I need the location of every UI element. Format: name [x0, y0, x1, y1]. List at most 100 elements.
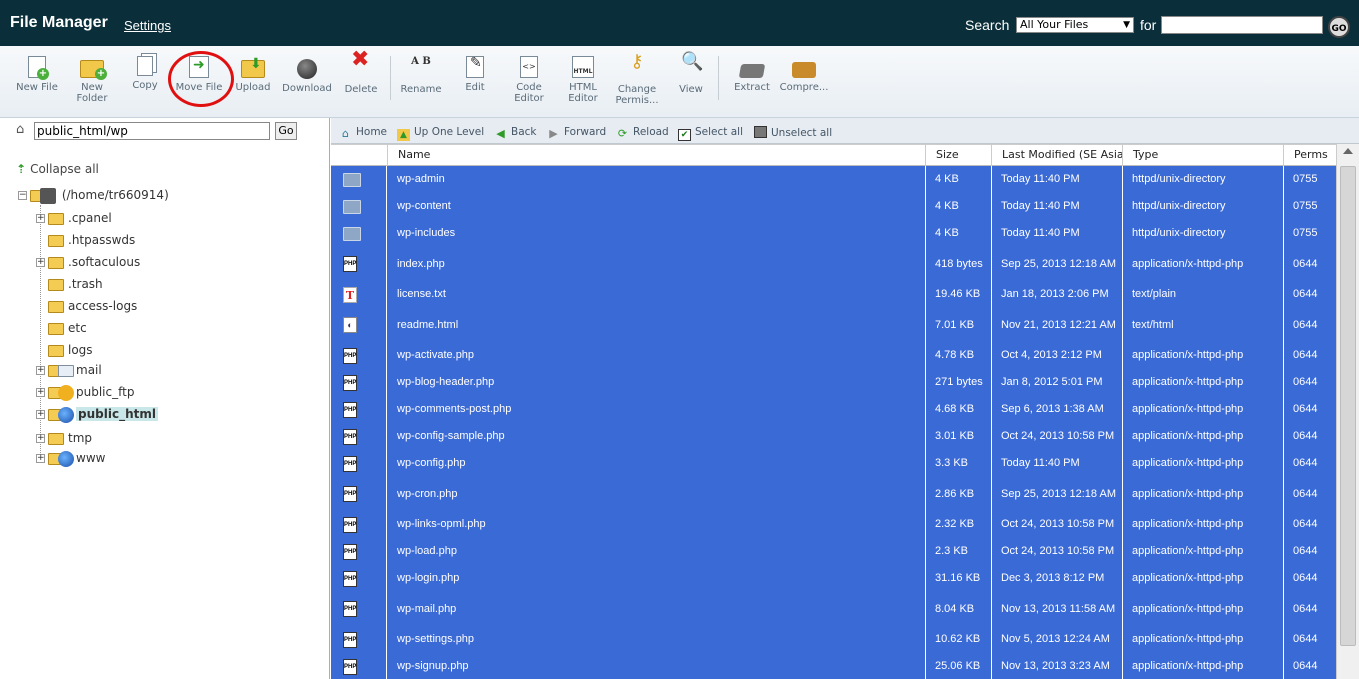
table-row[interactable]: PHP wp-login.php 31.16 KB Dec 3, 2013 8:12 … [331, 565, 1336, 592]
edit-button[interactable]: Edit [448, 56, 502, 93]
tree-root[interactable]: − (/home/tr660914) [18, 186, 169, 204]
file-modified: Sep 6, 2013 1:38 AM [1001, 403, 1104, 415]
file-modified: Oct 24, 2013 10:58 PM [1001, 545, 1115, 557]
path-input[interactable]: public_html/wp [34, 122, 270, 140]
table-row[interactable]: wp-includes 4 KB Today 11:40 PM httpd/unix-… [331, 220, 1336, 247]
expand-toggle-icon[interactable]: + [36, 388, 45, 397]
upload-icon [241, 59, 265, 78]
tree-item-access-logs[interactable]: access-logs [36, 297, 137, 315]
view-button[interactable]: View [664, 56, 718, 95]
expand-toggle-icon[interactable]: + [36, 454, 45, 463]
tree-item-logs[interactable]: logs [36, 341, 93, 359]
expand-toggle-icon[interactable]: + [36, 366, 45, 375]
forward-button[interactable]: ▶ Forward [547, 126, 606, 140]
table-row[interactable]: wp-content 4 KB Today 11:40 PM httpd/unix-d… [331, 193, 1336, 220]
tree-item-public-ftp[interactable]: + public_ftp [36, 383, 134, 401]
search-scope-select[interactable]: All Your Files ▼ [1016, 17, 1134, 33]
file-table-body: wp-admin 4 KB Today 11:40 PM httpd/unix-dir… [331, 166, 1336, 679]
compress-button[interactable]: Compre... [777, 56, 831, 93]
scrollbar[interactable] [1336, 144, 1359, 679]
column-header-modified[interactable]: Last Modified (SE Asia S [991, 145, 1122, 166]
download-button[interactable]: Download [280, 56, 334, 94]
new-file-button[interactable]: + New File [10, 56, 64, 93]
collapse-all-link[interactable]: ⇡ Collapse all [16, 162, 99, 176]
tree-item-mail[interactable]: + mail [36, 361, 102, 379]
file-icon-cell: PHP [331, 369, 386, 396]
tree-item-softaculous[interactable]: + .softaculous [36, 253, 140, 271]
file-type: application/x-httpd-php [1132, 457, 1244, 469]
table-row[interactable]: PHP wp-comments-post.php 4.68 KB Sep 6, 201… [331, 396, 1336, 423]
expand-toggle-icon[interactable]: + [36, 410, 45, 419]
tree-item-www[interactable]: + www [36, 449, 105, 467]
rename-button[interactable]: A B Rename [394, 56, 448, 95]
header-bar: File Manager Settings Search All Your Fi… [0, 0, 1359, 46]
tree-item-trash[interactable]: .trash [36, 275, 103, 293]
scroll-thumb[interactable] [1340, 166, 1356, 646]
table-row[interactable]: Tlicense.txt 19.46 KB Jan 18, 2013 2:06 PM… [331, 281, 1336, 308]
tree-item-etc[interactable]: etc [36, 319, 87, 337]
code-editor-button[interactable]: <> Code Editor [502, 56, 556, 104]
column-header-name[interactable]: Name [387, 145, 925, 166]
table-row[interactable]: PHP wp-config-sample.php 3.01 KB Oct 24, 20… [331, 423, 1336, 450]
file-type: application/x-httpd-php [1132, 602, 1244, 615]
table-row[interactable]: PHP wp-settings.php 10.62 KB Nov 5, 2013 12… [331, 626, 1336, 653]
tree-item-public-html[interactable]: + public_html [36, 405, 158, 423]
expand-toggle-icon[interactable]: + [36, 434, 45, 443]
file-icon-cell: PHP [331, 477, 386, 511]
tree-item-htpasswds[interactable]: .htpasswds [36, 231, 135, 249]
column-header-perms[interactable]: Perms [1283, 145, 1336, 166]
html-file-icon: ◐ [343, 317, 357, 333]
table-row[interactable]: PHP wp-config.php 3.3 KB Today 11:40 PM appl… [331, 450, 1336, 477]
file-icon-cell: PHP [331, 626, 386, 653]
table-row[interactable]: PHP wp-activate.php 4.78 KB Oct 4, 2013 2:1… [331, 342, 1336, 369]
upload-button[interactable]: Upload [226, 56, 280, 93]
tree-item-cpanel[interactable]: + .cpanel [36, 209, 112, 227]
php-file-icon: PHP [343, 601, 357, 617]
settings-link[interactable]: Settings [124, 18, 171, 33]
file-perms: 0644 [1293, 257, 1318, 270]
up-one-level-button[interactable]: ▲ Up One Level [397, 126, 484, 141]
collapse-toggle-icon[interactable]: − [18, 191, 27, 200]
scroll-up-icon[interactable] [1343, 148, 1353, 154]
delete-button[interactable]: Delete [334, 54, 388, 95]
table-row[interactable]: ◐ readme.html 7.01 KB Nov 21, 2013 12:21 AM… [331, 308, 1336, 342]
file-perms: 0644 [1293, 545, 1318, 557]
table-row[interactable]: PHP wp-mail.php 8.04 KB Nov 13, 2013 11:58 … [331, 592, 1336, 626]
table-row[interactable]: PHP index.php 418 bytes Sep 25, 2013 12:18 … [331, 247, 1336, 281]
extract-button[interactable]: Extract [725, 56, 779, 93]
home-icon[interactable]: ⌂ [16, 123, 30, 136]
table-row[interactable]: PHP wp-cron.php 2.86 KB Sep 25, 2013 12:18 … [331, 477, 1336, 511]
tree-item-tmp[interactable]: + tmp [36, 429, 92, 447]
search-input[interactable] [1161, 16, 1323, 34]
unselect-all-label: Unselect all [771, 127, 833, 139]
column-header-type[interactable]: Type [1122, 145, 1283, 166]
html-editor-button[interactable]: HTML HTML Editor [556, 56, 610, 104]
path-go-button[interactable]: Go [275, 122, 297, 140]
select-all-button[interactable]: ✔ Select all [678, 126, 743, 141]
code-editor-icon: <> [520, 56, 538, 78]
unselect-all-button[interactable]: Unselect all [754, 126, 832, 139]
table-row[interactable]: PHP wp-load.php 2.3 KB Oct 24, 2013 10:58 P… [331, 538, 1336, 565]
table-row[interactable]: PHP wp-signup.php 25.06 KB Nov 13, 2013 3:2… [331, 653, 1336, 679]
home-button[interactable]: ⌂ Home [339, 126, 387, 140]
back-button[interactable]: ◀ Back [494, 126, 536, 140]
file-icon-cell: PHP [331, 396, 386, 423]
file-icon-cell: PHP [331, 653, 386, 679]
change-permissions-button[interactable]: ⚷ Change Permis... [606, 53, 668, 107]
expand-toggle-icon[interactable]: + [36, 258, 45, 267]
file-icon-cell: ◐ [331, 308, 386, 342]
table-row[interactable]: PHP wp-blog-header.php 271 bytes Jan 8, 201… [331, 369, 1336, 396]
file-name: wp-settings.php [397, 633, 475, 645]
tree-item-label: .softaculous [68, 255, 141, 269]
expand-toggle-icon[interactable]: + [36, 214, 45, 223]
back-arrow-icon: ◀ [496, 127, 505, 140]
file-size: 2.86 KB [935, 487, 975, 500]
toolbar-label: Code Editor [514, 82, 544, 104]
reload-button[interactable]: ⟳ Reload [616, 126, 669, 140]
table-row[interactable]: PHP wp-links-opml.php 2.32 KB Oct 24, 2013 … [331, 511, 1336, 538]
copy-button[interactable]: Copy [118, 56, 172, 91]
new-folder-button[interactable]: + New Folder [65, 56, 119, 104]
column-header-size[interactable]: Size [925, 145, 991, 166]
table-row[interactable]: wp-admin 4 KB Today 11:40 PM httpd/unix-dir… [331, 166, 1336, 193]
search-go-button[interactable]: GO [1328, 16, 1350, 38]
